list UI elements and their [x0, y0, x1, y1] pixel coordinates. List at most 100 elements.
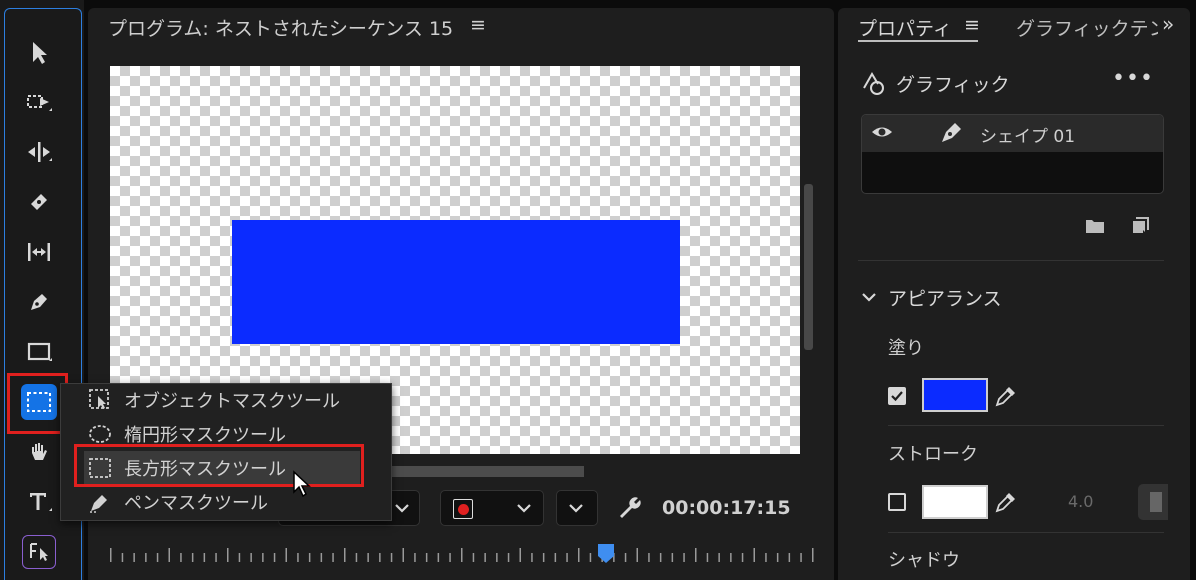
ripple-edit-tool-button[interactable]: [18, 132, 60, 172]
stroke-width-value[interactable]: 4.0: [1068, 492, 1093, 511]
ruler-tick: [390, 553, 393, 562]
rectangle-mask-icon: [27, 392, 51, 412]
track-select-tool-button[interactable]: [18, 82, 60, 122]
flyout-item-pen-mask[interactable]: ペンマスクツール: [88, 485, 268, 519]
stroke-color-swatch[interactable]: [922, 485, 988, 519]
properties-tab-menu-icon[interactable]: ≡: [964, 14, 980, 36]
new-layer-icon[interactable]: [1130, 216, 1152, 236]
ruler-tick: [776, 553, 779, 562]
flyout-item-object-mask[interactable]: オブジェクトマスクツール: [88, 383, 340, 417]
shape-rectangle[interactable]: [232, 220, 680, 344]
hand-icon: [32, 443, 47, 460]
record-dropdown[interactable]: [440, 490, 544, 526]
layer-name[interactable]: シェイプ 01: [980, 122, 1075, 147]
ruler-tick: [706, 553, 709, 562]
program-monitor-menu-icon[interactable]: ≡: [470, 14, 486, 36]
chevron-down-icon: [569, 504, 583, 513]
rectangle-tool-button[interactable]: [18, 332, 60, 372]
ruler-tick: [191, 553, 194, 562]
tab-graphic-templates[interactable]: グラフィックテンプレート: [1016, 14, 1158, 41]
vertical-scrollbar[interactable]: [804, 184, 813, 350]
pen-tool-button[interactable]: [18, 282, 60, 322]
flyout-item-label: オブジェクトマスクツール: [124, 391, 340, 412]
rectangle-mask-highlight-box: [74, 444, 364, 487]
fill-checkbox[interactable]: [888, 387, 906, 405]
graphic-section-title: グラフィック: [896, 74, 1010, 96]
mouse-cursor-icon: [293, 470, 311, 498]
arrow-icon: [33, 42, 47, 64]
ruler-tick: [741, 553, 744, 562]
tab-properties[interactable]: プロパティ: [858, 14, 952, 41]
ruler-tick: [566, 553, 568, 562]
ruler-tick: [425, 553, 428, 562]
ruler-tick: [273, 553, 276, 562]
ruler-tick: [355, 553, 358, 562]
selection-tool-button[interactable]: [18, 32, 60, 72]
checkmark-icon: [891, 391, 903, 402]
ruler-tick: [180, 553, 182, 562]
shadow-label: シャドウ: [888, 550, 960, 571]
type-tool-button[interactable]: [18, 482, 60, 522]
folder-icon[interactable]: [1084, 216, 1106, 236]
ruler-tick: [215, 553, 217, 562]
ruler-tick: [554, 553, 557, 562]
type-icon: [30, 493, 52, 511]
ripple-edit-icon: [28, 142, 52, 162]
motion-track-icon: [30, 543, 48, 561]
ruler-tick: [531, 553, 533, 562]
hand-tool-button[interactable]: [18, 432, 60, 472]
pen-icon: [31, 294, 47, 310]
eye-icon[interactable]: [871, 121, 893, 143]
tabs-overflow-icon[interactable]: »: [1162, 12, 1174, 36]
ruler-tick: [542, 553, 545, 562]
eyedropper-icon[interactable]: [994, 384, 1018, 408]
ruler-tick: [753, 548, 755, 562]
active-tab-underline: [858, 40, 978, 42]
playback-resolution-dropdown[interactable]: [556, 490, 598, 526]
ruler-tick: [308, 553, 311, 562]
razor-icon: [31, 194, 47, 210]
wrench-icon[interactable]: [616, 494, 644, 522]
more-options-button[interactable]: •••: [1112, 66, 1154, 91]
horizontal-scrollbar[interactable]: [392, 466, 584, 477]
graphic-shapes-icon: [863, 72, 884, 95]
ruler-tick: [461, 548, 463, 562]
program-monitor-title: プログラム: ネストされたシーケンス 15: [108, 18, 454, 40]
ruler-tick: [449, 553, 451, 562]
ruler-tick: [379, 553, 381, 562]
fill-color-swatch[interactable]: [922, 378, 988, 412]
ruler-tick: [133, 553, 135, 562]
object-mask-icon: [89, 389, 109, 409]
ruler-tick: [121, 553, 124, 562]
stroke-align-button[interactable]: [1138, 484, 1168, 520]
ruler-tick: [589, 553, 592, 562]
eyedropper-icon[interactable]: [994, 490, 1018, 514]
ruler-tick: [110, 548, 112, 562]
ruler-tick: [730, 553, 732, 562]
playhead-marker[interactable]: [597, 542, 615, 566]
ruler-tick: [671, 553, 674, 562]
track-tool-button[interactable]: [22, 535, 56, 569]
ruler-tick: [320, 553, 323, 562]
time-ruler[interactable]: [104, 540, 824, 566]
ruler-tick: [332, 553, 334, 562]
ruler-tick: [250, 553, 252, 562]
track-select-icon: [27, 95, 52, 111]
appearance-section-title[interactable]: アピアランス: [888, 284, 1002, 311]
ruler-tick: [659, 553, 662, 562]
ruler-tick: [695, 548, 697, 562]
ellipse-mask-icon: [89, 425, 111, 443]
playhead-timecode[interactable]: 00:00:17:15: [662, 497, 791, 519]
stroke-checkbox[interactable]: [888, 493, 906, 511]
slip-tool-button[interactable]: [18, 232, 60, 272]
ruler-tick: [507, 553, 510, 562]
mask-tool-button[interactable]: [21, 384, 57, 420]
ruler-tick: [297, 553, 299, 562]
chevron-down-icon[interactable]: [860, 288, 878, 306]
ruler-tick: [156, 553, 159, 562]
ruler-tick: [496, 553, 498, 562]
ruler-tick: [800, 553, 802, 562]
razor-tool-button[interactable]: [18, 182, 60, 222]
ruler-tick: [812, 548, 814, 562]
section-divider: [858, 260, 1164, 261]
